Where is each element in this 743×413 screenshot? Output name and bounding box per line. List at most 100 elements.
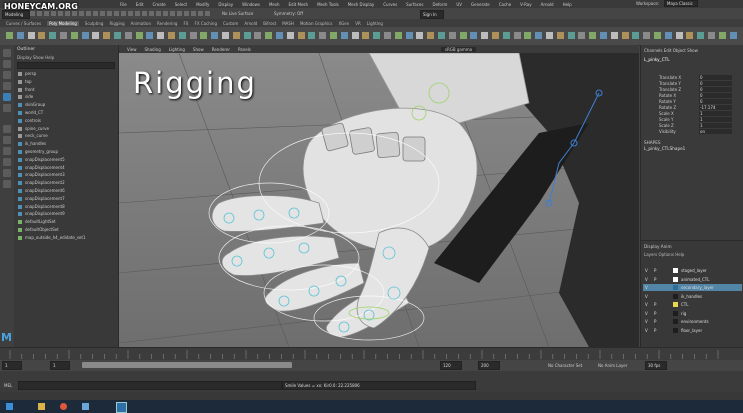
shelf-tab-mash[interactable]: MASH [282,21,294,26]
shelf-tool-icon[interactable] [6,32,13,39]
layout-outliner-icon[interactable] [3,158,11,166]
shelf-tool-icon[interactable] [643,32,651,39]
layer-row[interactable]: V Pstaged_layer [643,267,742,274]
shelf-tool-icon[interactable] [459,32,467,39]
shelf-tool-icon[interactable] [135,32,143,39]
menu-select[interactable]: Select [175,2,187,7]
shelf-tool-icon[interactable] [60,32,67,39]
shelf-tool-icon[interactable] [16,32,24,39]
shelf-tool-icon[interactable] [189,32,197,39]
shelf-tool-icon[interactable] [729,32,737,39]
menu-cache[interactable]: Cache [499,2,511,7]
outliner-item[interactable]: geometry_group [18,148,116,155]
channel-attr[interactable]: Visibility on [659,129,741,134]
outliner-item[interactable]: controls [18,117,116,124]
outliner-item[interactable]: spine_curve [18,125,116,132]
channel-attr[interactable]: Translate Z 0 [659,87,741,92]
shelf-tool-icon[interactable] [276,32,283,39]
character-set-dropdown[interactable]: No Character Set [548,363,582,368]
layer-visibility-toggle[interactable]: V [645,318,648,325]
menu-uv[interactable]: UV [456,2,462,7]
viewport-menu-view[interactable]: View [127,47,137,52]
layer-playback-toggle[interactable]: P [654,327,656,334]
status-tool-icon[interactable] [44,11,49,16]
shelf-tool-icon[interactable] [535,32,543,39]
shelf-tool-icon[interactable] [211,32,219,39]
menu-edit[interactable]: Edit [136,2,144,7]
anim-layer-dropdown[interactable]: No Anim Layer [598,363,627,368]
layer-playback-toggle[interactable]: P [654,301,656,308]
shelf-tool-icon[interactable] [632,32,640,39]
shelf-tool-icon[interactable] [589,32,597,39]
channel-attr[interactable]: Rotate X 0 [659,93,741,98]
outliner-item[interactable]: defaultObjectSet [18,226,116,233]
menu-edit-mesh[interactable]: Edit Mesh [289,2,309,7]
mail-icon[interactable] [82,403,89,410]
viewport-menu-show[interactable]: Show [193,47,204,52]
shelf-tool-icon[interactable] [384,32,391,39]
shelf-tool-icon[interactable] [286,32,294,39]
menu-windows[interactable]: Windows [242,2,260,7]
shelf-tab-motion-graphics[interactable]: Motion Graphics [300,21,333,26]
layout-four-icon[interactable] [3,136,11,144]
layer-color-swatch[interactable] [673,285,678,290]
menu-mesh-display[interactable]: Mesh Display [348,2,375,7]
outliner-item[interactable]: snapDisplacement3 [18,171,116,178]
layout-single-icon[interactable] [3,125,11,133]
shelf-tool-icon[interactable] [600,32,607,39]
shelf-tab-curves-surfaces[interactable]: Curves / Surfaces [6,21,41,26]
shelf-tab-rendering[interactable]: Rendering [157,21,177,26]
shelf-tab-poly-modeling[interactable]: Poly Modeling [47,20,79,26]
shelf-tool-icon[interactable] [330,32,337,39]
layout-hypershade-icon[interactable] [3,180,11,188]
outliner-item[interactable]: front [18,86,116,93]
shelf-tab-animation[interactable]: Animation [131,21,151,26]
shelf-tool-icon[interactable] [200,32,208,39]
shelf-tool-icon[interactable] [222,32,229,39]
shelf-tool-icon[interactable] [675,32,683,39]
menu-file[interactable]: File [120,2,127,7]
menu-display[interactable]: Display [218,2,233,7]
status-tool-icon[interactable] [205,11,210,16]
outliner-item[interactable]: snapDisplacement8 [18,203,116,210]
outliner-item[interactable]: top [18,78,116,85]
scale-tool-icon[interactable] [3,104,11,112]
start-frame-field[interactable]: 1 [2,361,22,370]
layer-visibility-toggle[interactable]: V [645,284,648,291]
move-tool-icon[interactable] [3,82,11,90]
symmetry-label[interactable]: Symmetry: Off [274,11,303,16]
status-tool-icon[interactable] [30,11,35,16]
shelf-tool-icon[interactable] [168,32,175,39]
channel-attr[interactable]: Scale Y 1 [659,117,741,122]
layer-color-swatch[interactable] [673,319,678,324]
maya-icon[interactable] [116,402,127,413]
shelf-tool-icon[interactable] [308,32,316,39]
time-slider[interactable] [0,347,743,361]
outliner-item[interactable]: defaultLightSet [18,218,116,225]
outliner-item[interactable]: side [18,93,116,100]
outliner-item[interactable]: neck_curve [18,132,116,139]
channel-attr-value[interactable]: 0 [699,87,732,92]
channel-attr-value[interactable]: 1 [699,123,732,128]
layer-row[interactable]: Vik_handles [643,293,742,300]
shelf-tool-icon[interactable] [546,32,553,39]
outliner-item[interactable]: snapDisplacement4 [18,164,116,171]
outliner-item[interactable]: ik_handles [18,140,116,147]
shelf-tool-icon[interactable] [654,32,661,39]
status-tool-icon[interactable] [142,11,147,16]
shelf-tool-icon[interactable] [481,32,489,39]
layer-color-swatch[interactable] [673,268,678,273]
paint-tool-icon[interactable] [3,71,11,79]
current-start-field[interactable]: 1 [50,361,70,370]
channel-attr-value[interactable]: 0 [699,75,732,80]
status-tool-icon[interactable] [163,11,168,16]
lasso-tool-icon[interactable] [3,60,11,68]
viewport-menu-shading[interactable]: Shading [145,47,161,52]
status-tool-icon[interactable] [114,11,119,16]
range-bar-handle[interactable] [82,362,292,368]
shelf-tool-icon[interactable] [103,32,111,39]
layer-color-swatch[interactable] [673,302,678,307]
fps-dropdown[interactable]: 30 fps [645,361,667,370]
layer-visibility-toggle[interactable]: V [645,301,648,308]
shelf-tool-icon[interactable] [124,32,132,39]
